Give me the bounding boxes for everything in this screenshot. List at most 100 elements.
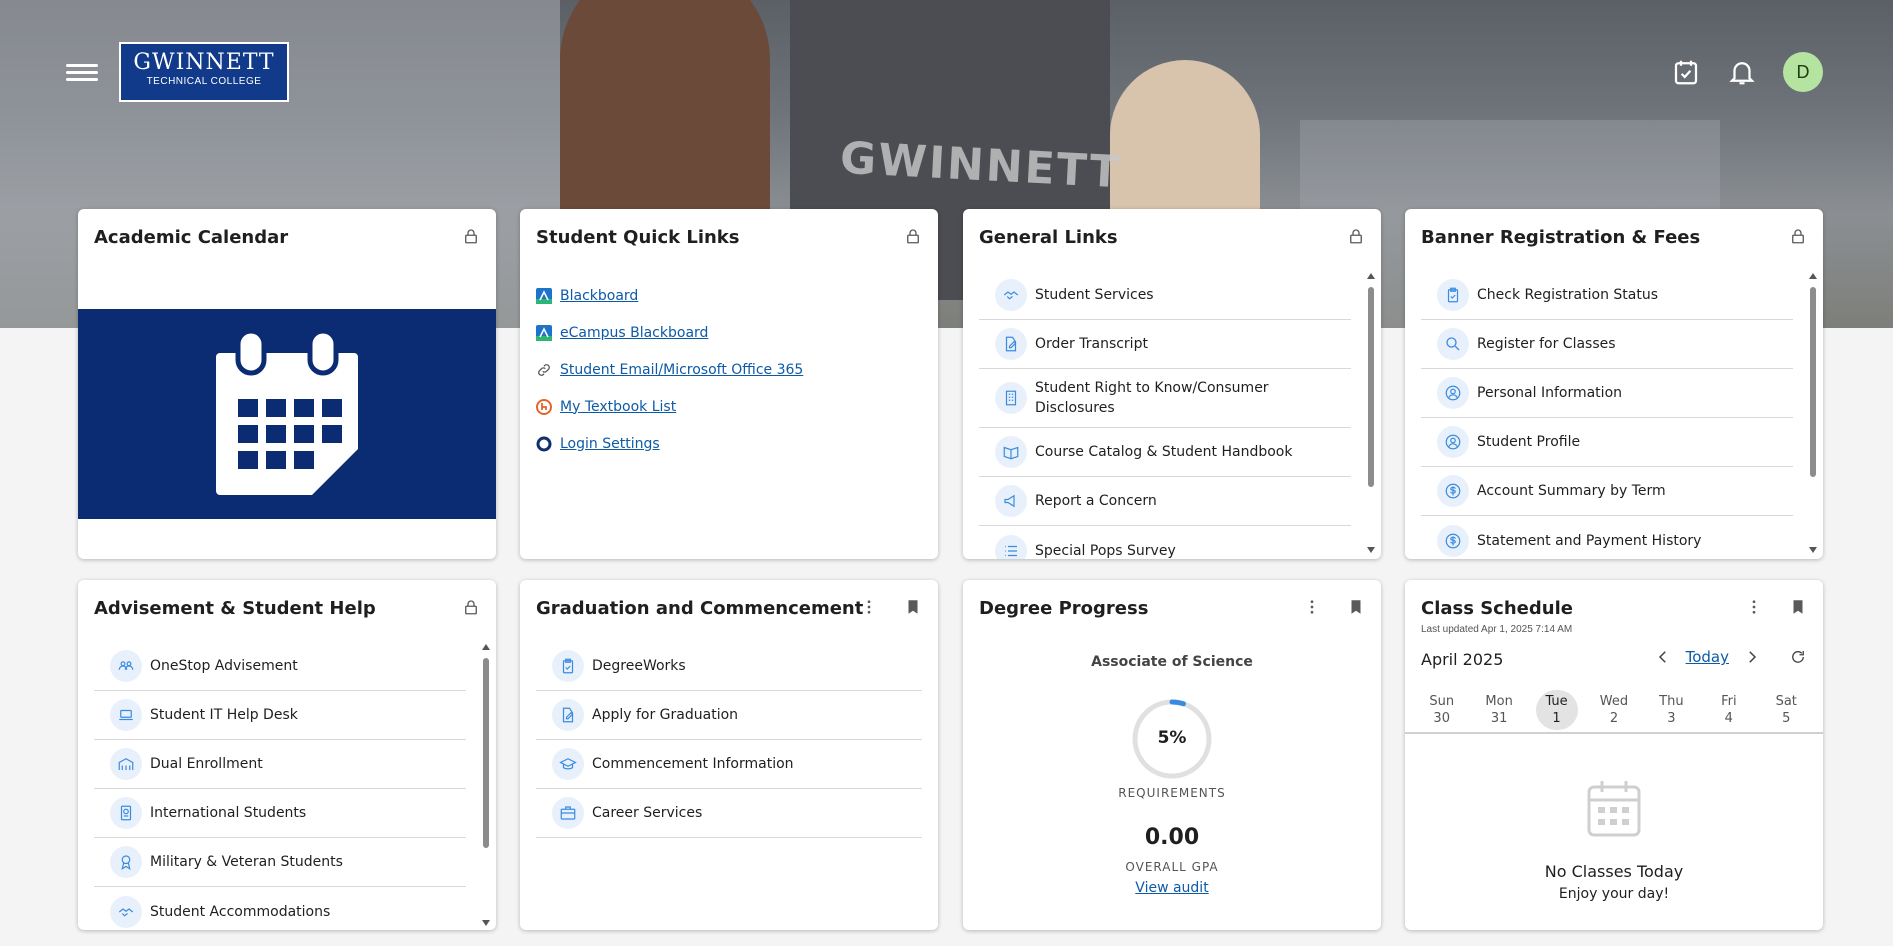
card-title: Banner Registration & Fees xyxy=(1421,227,1701,248)
list-item[interactable]: Personal Information xyxy=(1421,369,1793,418)
list-item[interactable]: Student Accommodations xyxy=(94,887,466,930)
more-vertical-icon[interactable] xyxy=(860,598,878,616)
logo-line2: TECHNICAL COLLEGE xyxy=(146,76,262,87)
list-item[interactable]: Statement and Payment History xyxy=(1421,516,1793,559)
lock-icon xyxy=(465,600,477,615)
user-circle-icon xyxy=(1445,385,1461,401)
general-links-list: Student Services Order Transcript Studen… xyxy=(979,271,1351,559)
list-item[interactable]: Register for Classes xyxy=(1421,320,1793,369)
dollar-circle-icon xyxy=(1445,533,1461,548)
list-item[interactable]: Course Catalog & Student Handbook xyxy=(979,428,1351,477)
chevron-right-icon[interactable] xyxy=(1743,648,1761,666)
avatar[interactable]: D xyxy=(1783,52,1823,92)
clipboard-check-icon xyxy=(1447,287,1459,303)
list-item: My Textbook List xyxy=(536,388,803,425)
week-strip: Sun 30 Mon 31 Tue 1 Wed 2 Thu 3 Fri 4 Sat 5 xyxy=(1405,690,1823,734)
registration-list: Check Registration Status Register for C… xyxy=(1421,271,1793,559)
group-icon xyxy=(118,661,134,670)
lock-icon xyxy=(1350,229,1362,244)
scrollbar[interactable] xyxy=(1809,273,1817,553)
list-item[interactable]: Student Right to Know/Consumer Disclosur… xyxy=(979,369,1351,428)
logo-line1: GWINNETT xyxy=(133,50,275,75)
degree-progress-card: Degree Progress Associate of Science 5% … xyxy=(963,580,1381,930)
list-item[interactable]: Apply for Graduation xyxy=(536,691,922,740)
list-item[interactable]: OneStop Advisement xyxy=(94,642,466,691)
banner-registration-card: Banner Registration & Fees Check Registr… xyxy=(1405,209,1823,559)
last-updated: Last updated Apr 1, 2025 7:14 AM xyxy=(1421,624,1573,635)
blackboard-link[interactable]: Blackboard xyxy=(560,288,638,304)
quick-links-list: Blackboard eCampus Blackboard Student Em… xyxy=(536,277,803,462)
list-icon xyxy=(1005,545,1017,556)
header-actions: D xyxy=(1671,52,1823,92)
user-circle-icon xyxy=(1445,434,1461,450)
chevron-left-icon[interactable] xyxy=(1654,648,1672,666)
list-item[interactable]: Military & Veteran Students xyxy=(94,838,466,887)
bookmark-icon[interactable] xyxy=(1347,598,1365,616)
graduation-cap-icon xyxy=(559,758,577,770)
list-item[interactable]: Special Pops Survey xyxy=(979,526,1351,559)
link-icon xyxy=(538,363,550,376)
list-item[interactable]: Report a Concern xyxy=(979,477,1351,526)
passport-icon xyxy=(120,805,132,821)
list-item[interactable]: International Students xyxy=(94,789,466,838)
bookmark-icon[interactable] xyxy=(1789,598,1807,616)
empty-calendar-icon xyxy=(1587,781,1641,837)
ecampus-blackboard-link[interactable]: eCampus Blackboard xyxy=(560,325,708,341)
schedule-nav: Today xyxy=(1654,648,1807,666)
bookmark-icon[interactable] xyxy=(904,598,922,616)
document-edit-icon xyxy=(1005,336,1017,352)
card-title: Student Quick Links xyxy=(536,227,740,248)
today-button[interactable]: Today xyxy=(1686,648,1729,666)
general-links-card: General Links Student Services Order Tra… xyxy=(963,209,1381,559)
list-item[interactable]: Dual Enrollment xyxy=(94,740,466,789)
day-sat[interactable]: Sat 5 xyxy=(1765,690,1807,730)
day-mon[interactable]: Mon 31 xyxy=(1478,690,1520,730)
document-edit-icon xyxy=(562,707,574,723)
graduation-card: Graduation and Commencement DegreeWorks … xyxy=(520,580,938,930)
view-audit-text[interactable]: View audit xyxy=(1135,880,1208,896)
list-item[interactable]: Check Registration Status xyxy=(1421,271,1793,320)
card-title: Class Schedule xyxy=(1421,598,1573,619)
college-logo[interactable]: GWINNETT TECHNICAL COLLEGE xyxy=(119,42,289,102)
day-wed[interactable]: Wed 2 xyxy=(1593,690,1635,730)
textbook-list-link[interactable]: My Textbook List xyxy=(560,399,676,415)
graduation-list: DegreeWorks Apply for Graduation Commenc… xyxy=(536,642,922,838)
building-icon xyxy=(1005,390,1017,406)
list-item[interactable]: Student IT Help Desk xyxy=(94,691,466,740)
search-icon xyxy=(1446,337,1460,351)
handshake-icon xyxy=(118,907,134,917)
list-item[interactable]: Order Transcript xyxy=(979,320,1351,369)
day-fri[interactable]: Fri 4 xyxy=(1708,690,1750,730)
advisement-list: OneStop Advisement Student IT Help Desk … xyxy=(94,642,466,930)
day-tue[interactable]: Tue 1 xyxy=(1535,690,1578,730)
student-email-link[interactable]: Student Email/Microsoft Office 365 xyxy=(560,362,803,378)
list-item[interactable]: Student Services xyxy=(979,271,1351,320)
list-item[interactable]: DegreeWorks xyxy=(536,642,922,691)
view-audit-link[interactable]: View audit xyxy=(963,880,1381,896)
requirements-label: REQUIREMENTS xyxy=(1118,786,1226,800)
briefcase-icon xyxy=(560,806,576,820)
settings-ring-icon xyxy=(536,436,552,451)
list-item[interactable]: Career Services xyxy=(536,789,922,838)
scrollbar[interactable] xyxy=(1367,273,1375,553)
list-item[interactable]: Commencement Information xyxy=(536,740,922,789)
calendar-banner[interactable] xyxy=(78,309,496,519)
more-vertical-icon[interactable] xyxy=(1303,598,1321,616)
calendar-check-icon[interactable] xyxy=(1671,57,1701,87)
no-classes-title: No Classes Today xyxy=(1544,862,1684,881)
list-item[interactable]: Student Profile xyxy=(1421,418,1793,467)
more-vertical-icon[interactable] xyxy=(1745,598,1763,616)
login-settings-link[interactable]: Login Settings xyxy=(560,436,660,452)
day-thu[interactable]: Thu 3 xyxy=(1650,690,1692,730)
gpa-label: OVERALL GPA xyxy=(1125,860,1219,874)
list-item[interactable]: Account Summary by Term xyxy=(1421,467,1793,516)
bell-icon[interactable] xyxy=(1727,57,1757,87)
scrollbar[interactable] xyxy=(482,644,490,926)
menu-icon[interactable] xyxy=(66,60,98,86)
list-item: Blackboard xyxy=(536,277,803,314)
blackboard-icon xyxy=(536,287,552,304)
day-sun[interactable]: Sun 30 xyxy=(1421,690,1463,730)
card-title: Graduation and Commencement xyxy=(536,598,864,619)
refresh-icon[interactable] xyxy=(1789,648,1807,666)
academic-calendar-card: Academic Calendar xyxy=(78,209,496,559)
